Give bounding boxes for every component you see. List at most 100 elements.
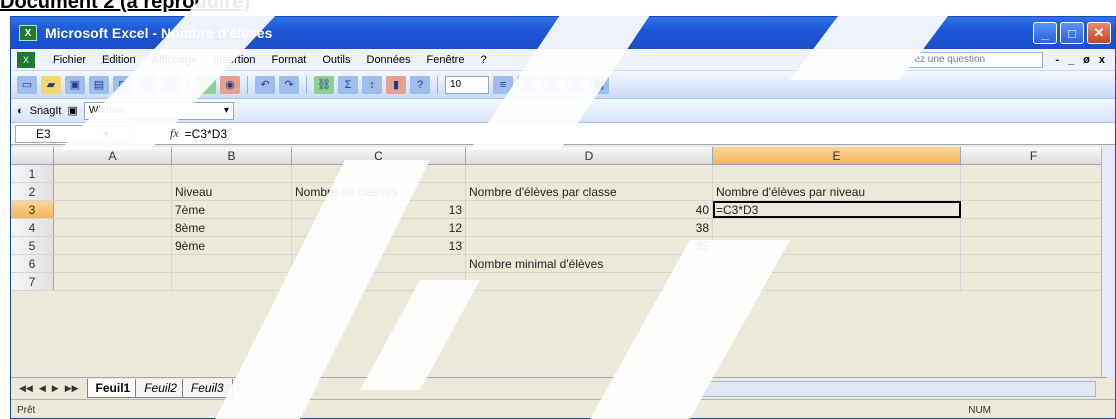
sheet-tab-feuil2[interactable]: Feuil2 <box>135 379 186 398</box>
snagit-label[interactable]: SnagIt <box>30 105 62 117</box>
vertical-scrollbar[interactable] <box>1101 147 1115 377</box>
cell-f3[interactable] <box>961 201 1107 218</box>
borders-icon[interactable]: ▦ <box>589 75 609 94</box>
cell-b2[interactable]: Niveau <box>172 183 292 200</box>
email-icon[interactable]: ✉ <box>113 75 133 94</box>
next-sheet-icon[interactable]: ▶ <box>52 383 59 394</box>
menu-fenetre[interactable]: Fenêtre <box>419 54 473 66</box>
redo-icon[interactable]: ↷ <box>279 75 299 94</box>
name-box[interactable]: E3 ▾ <box>15 124 130 143</box>
cell-f2[interactable] <box>961 183 1107 200</box>
formula-input[interactable]: =C3*D3 <box>185 127 227 141</box>
menu-insertion[interactable]: Insertion <box>205 54 263 66</box>
sum-icon[interactable]: Σ <box>338 75 358 94</box>
row-header[interactable]: 1 <box>11 165 54 182</box>
align-center-icon[interactable]: ≡ <box>517 75 537 94</box>
maximize-icon[interactable]: □ <box>1060 22 1084 44</box>
chevron-down-icon[interactable]: ▾ <box>103 127 109 141</box>
cell-c2[interactable]: Nombre de classes <box>292 183 466 200</box>
cell-d3[interactable]: 40 <box>466 201 713 218</box>
last-sheet-icon[interactable]: ▶▶ <box>65 383 79 394</box>
align-left-icon[interactable]: ≡ <box>493 75 513 94</box>
cell-a5[interactable] <box>54 237 172 254</box>
workbook-icon[interactable]: X <box>17 51 35 68</box>
cell-e2[interactable]: Nombre d'élèves par niveau <box>713 183 961 200</box>
cell-b1[interactable] <box>172 165 292 182</box>
cell-f7[interactable] <box>961 273 1107 290</box>
minimize-icon[interactable]: _ <box>1033 22 1057 44</box>
cell-c1[interactable] <box>292 165 466 182</box>
cell-b4[interactable]: 8ème <box>172 219 292 236</box>
sheet-tab-feuil1[interactable]: Feuil1 <box>86 379 140 398</box>
cell-f5[interactable] <box>961 237 1107 254</box>
column-header-b[interactable]: B <box>172 147 292 164</box>
prev-sheet-icon[interactable]: ◀ <box>39 383 46 394</box>
help-dropdown-icon[interactable]: - <box>1055 54 1059 66</box>
cell-b5[interactable]: 9ème <box>172 237 292 254</box>
cell-b6[interactable] <box>172 255 292 272</box>
menu-outils[interactable]: Outils <box>314 54 358 66</box>
menu-fichier[interactable]: Fichier <box>45 54 94 66</box>
fx-icon[interactable]: fx <box>170 126 179 141</box>
cell-f6[interactable] <box>961 255 1107 272</box>
new-doc-icon[interactable]: ▭ <box>17 75 37 94</box>
cell-a1[interactable] <box>54 165 172 182</box>
capture-mode-select[interactable]: Window ▾ <box>83 101 234 120</box>
cell-a3[interactable] <box>54 201 172 218</box>
cell-e6[interactable] <box>713 255 961 272</box>
sheet-tab-feuil3[interactable]: Feuil3 <box>181 379 233 398</box>
column-header-d[interactable]: D <box>466 147 713 164</box>
help-icon[interactable]: ? <box>410 75 430 94</box>
cell-e4[interactable] <box>713 219 961 236</box>
menu-affichage[interactable]: Affichage <box>144 54 206 66</box>
horizontal-scrollbar[interactable] <box>666 381 1096 397</box>
cell-d2[interactable]: Nombre d'élèves par classe <box>466 183 713 200</box>
cell-a4[interactable] <box>54 219 172 236</box>
menu-donnees[interactable]: Données <box>359 54 419 66</box>
row-header[interactable]: 7 <box>11 273 54 290</box>
cell-c5[interactable]: 13 <box>292 237 466 254</box>
menu-help[interactable]: ? <box>472 54 494 66</box>
cell-a6[interactable] <box>54 255 172 272</box>
select-all-corner[interactable] <box>11 147 54 164</box>
close-icon[interactable]: ✕ <box>1087 22 1111 44</box>
euro-icon[interactable]: € <box>565 75 585 94</box>
print-preview-icon[interactable]: ◫ <box>161 75 181 94</box>
row-header[interactable]: 3 <box>11 201 54 218</box>
workbook-restore-icon[interactable]: ø <box>1083 54 1090 66</box>
cell-e1[interactable] <box>713 165 961 182</box>
cell-e3-active[interactable]: =C3*D3 <box>713 201 961 218</box>
excel-app-icon[interactable]: X <box>19 25 37 41</box>
cell-c7[interactable] <box>292 273 466 290</box>
column-header-f[interactable]: F <box>961 147 1107 164</box>
undo-icon[interactable]: ↶ <box>255 75 275 94</box>
workbook-close-icon[interactable]: x <box>1099 54 1105 66</box>
column-header-a[interactable]: A <box>54 147 172 164</box>
menu-edition[interactable]: Edition <box>94 54 144 66</box>
cell-d4[interactable]: 38 <box>466 219 713 236</box>
cell-e7[interactable] <box>713 273 961 290</box>
first-sheet-icon[interactable]: ◀◀ <box>19 383 33 394</box>
print-icon[interactable]: ⎙ <box>137 75 157 94</box>
cell-d1[interactable] <box>466 165 713 182</box>
cell-b7[interactable] <box>172 273 292 290</box>
cell-a2[interactable] <box>54 183 172 200</box>
cell-c3[interactable]: 13 <box>292 201 466 218</box>
cell-a7[interactable] <box>54 273 172 290</box>
cell-c6[interactable] <box>292 255 466 272</box>
row-header[interactable]: 2 <box>11 183 54 200</box>
sort-icon[interactable]: ↕ <box>362 75 382 94</box>
spelling-icon[interactable]: ✓ <box>196 75 216 94</box>
chart-icon[interactable]: ▮ <box>386 75 406 94</box>
research-icon[interactable]: ◉ <box>220 75 240 94</box>
menu-format[interactable]: Format <box>264 54 315 66</box>
row-header[interactable]: 4 <box>11 219 54 236</box>
capture-icon[interactable]: ▣ <box>67 104 77 117</box>
row-header[interactable]: 5 <box>11 237 54 254</box>
cell-b3[interactable]: 7ème <box>172 201 292 218</box>
cell-d6[interactable]: Nombre minimal d'élèves <box>466 255 713 272</box>
help-search-input[interactable]: Tapez une question <box>893 51 1044 68</box>
hyperlink-icon[interactable]: ⛓ <box>314 75 334 94</box>
cell-c4[interactable]: 12 <box>292 219 466 236</box>
save-icon[interactable]: ▣ <box>65 75 85 94</box>
